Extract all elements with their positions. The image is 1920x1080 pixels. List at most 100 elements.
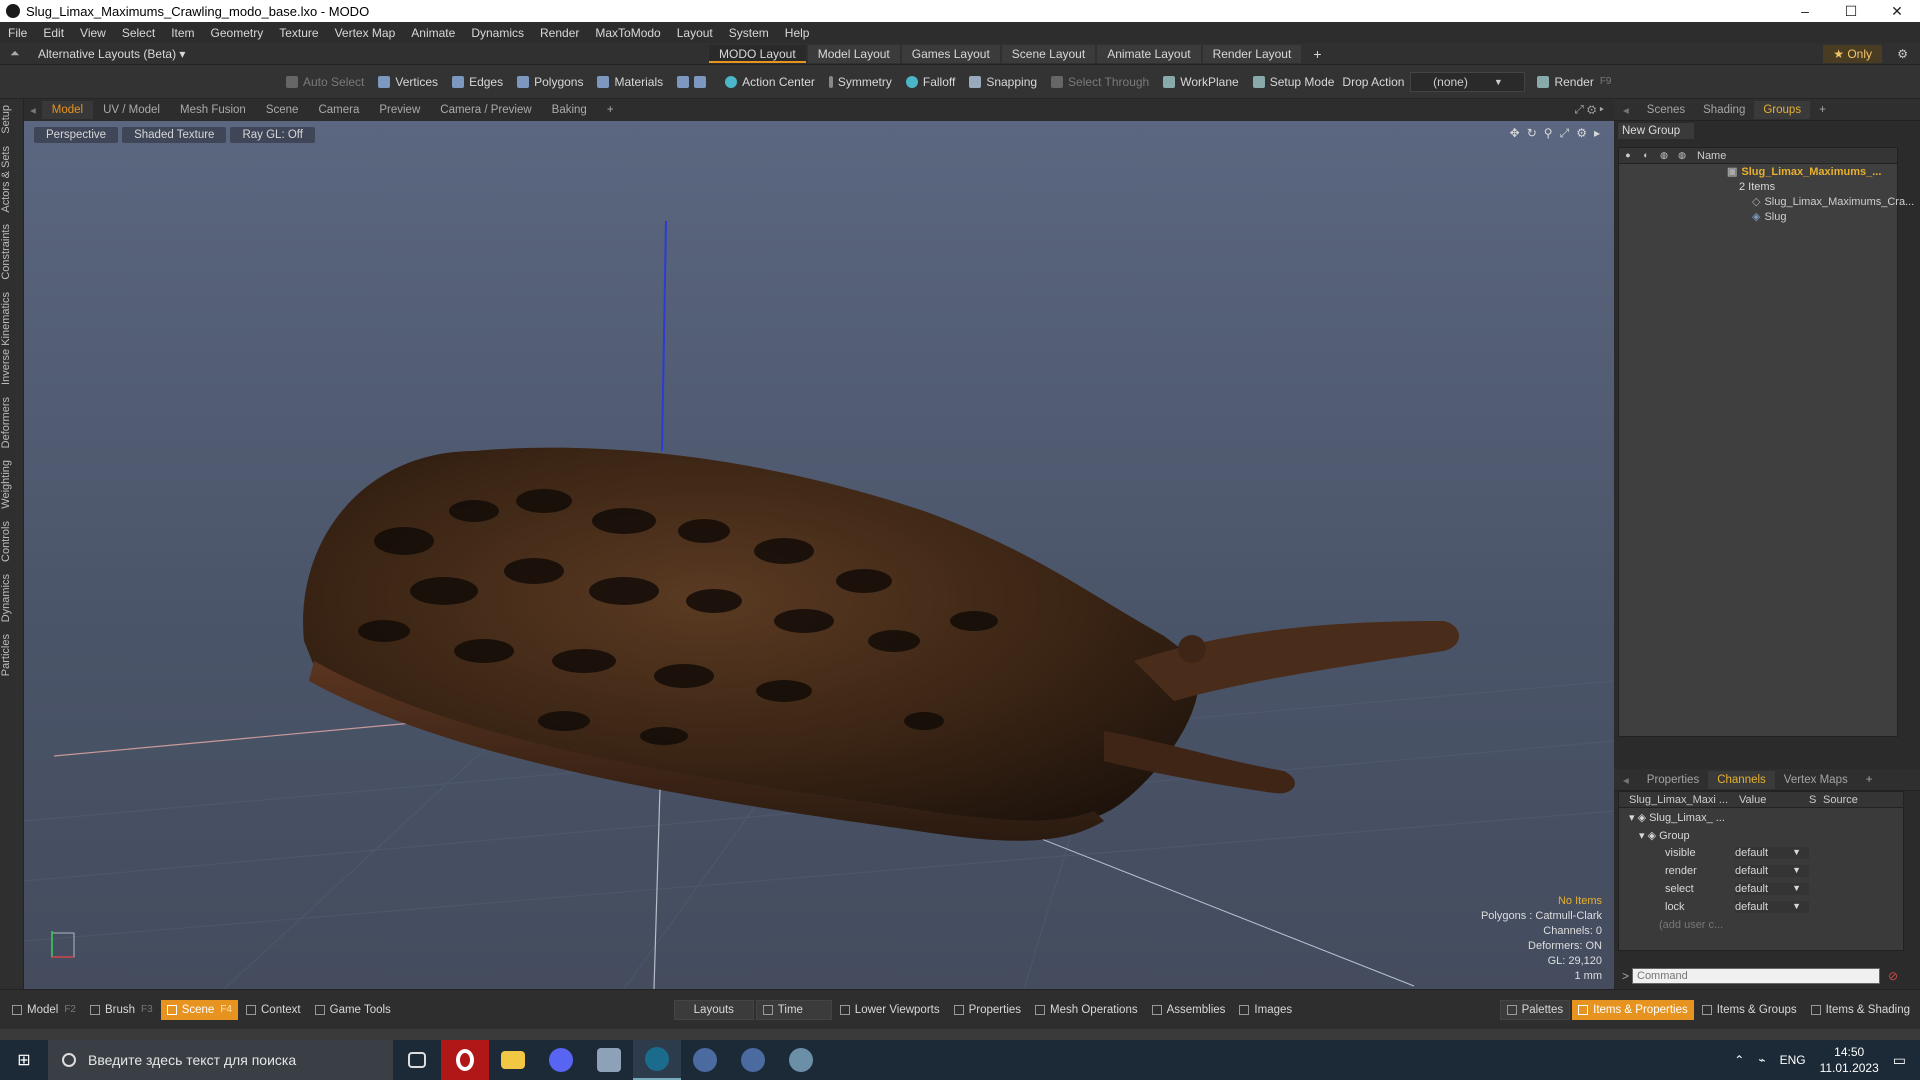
render-col-icon[interactable]: ◐ [1637, 150, 1655, 161]
palettes-button[interactable]: Palettes [1499, 999, 1571, 1020]
time-button[interactable]: Time [755, 999, 832, 1020]
channel-group-row[interactable]: ▾ ◈ Group [1619, 826, 1903, 844]
symmetry-button[interactable]: Symmetry [823, 70, 898, 94]
channel-value-select[interactable]: default ▼ [1735, 847, 1809, 859]
items-groups-button[interactable]: Items & Groups [1696, 1000, 1803, 1020]
channel-value-select[interactable]: default ▼ [1735, 901, 1809, 913]
menu-file[interactable]: File [0, 26, 35, 40]
side-tab-deformers[interactable]: Deformers [0, 391, 24, 454]
tab-channels[interactable]: Channels [1708, 770, 1775, 789]
layouts-button[interactable]: Layouts [673, 999, 754, 1020]
channel-visible-row[interactable]: visible default ▼ [1619, 844, 1903, 862]
tab-scene-layout[interactable]: Scene Layout [1001, 45, 1096, 63]
language-indicator[interactable]: ENG [1780, 1053, 1806, 1067]
blender-icon-2[interactable] [729, 1040, 777, 1080]
tab-render-layout[interactable]: Render Layout [1202, 45, 1302, 63]
materials-button[interactable]: Materials [591, 70, 669, 94]
file-explorer-icon[interactable] [489, 1040, 537, 1080]
select-through-button[interactable]: Select Through [1045, 70, 1155, 94]
gear-icon[interactable]: ⚙ [1897, 47, 1908, 61]
menu-dynamics[interactable]: Dynamics [463, 26, 532, 40]
side-tab-particles[interactable]: Particles [0, 628, 24, 682]
properties-button[interactable]: Properties [948, 1000, 1027, 1020]
3d-viewport[interactable]: Perspective Shaded Texture Ray GL: Off ✥… [24, 121, 1614, 989]
group-row[interactable]: ▣ Slug_Limax_Maximums_... [1619, 164, 1897, 179]
tab-camera-preview[interactable]: Camera / Preview [430, 101, 541, 119]
menu-view[interactable]: View [72, 26, 114, 40]
taskbar-search[interactable]: Введите здесь текст для поиска [48, 1040, 393, 1080]
polygons-button[interactable]: Polygons [511, 70, 589, 94]
side-tab-dynamics[interactable]: Dynamics [0, 568, 24, 628]
lower-viewports-button[interactable]: Lower Viewports [834, 1000, 946, 1020]
add-lower-tab[interactable]: + [1857, 771, 1882, 789]
render-button[interactable]: Render F9 [1531, 70, 1617, 94]
side-tab-actors-sets[interactable]: Actors & Sets [0, 140, 24, 219]
tab-animate-layout[interactable]: Animate Layout [1097, 45, 1201, 63]
assemblies-button[interactable]: Assemblies [1146, 1000, 1232, 1020]
side-tab-weighting[interactable]: Weighting [0, 454, 24, 515]
menu-animate[interactable]: Animate [403, 26, 463, 40]
side-tab-controls[interactable]: Controls [0, 515, 24, 568]
tab-groups[interactable]: Groups [1754, 100, 1811, 119]
lower-panel-menu-icon[interactable]: ◂ [1614, 770, 1638, 790]
modo-taskbar-icon[interactable] [633, 1040, 681, 1080]
side-tab-setup[interactable]: Setup [0, 99, 24, 140]
context-tab-button[interactable]: Context [240, 1000, 307, 1020]
edges-button[interactable]: Edges [446, 70, 509, 94]
vertices-button[interactable]: Vertices [372, 70, 444, 94]
menu-texture[interactable]: Texture [271, 26, 326, 40]
windows-start-icon[interactable]: ⊞ [0, 1040, 48, 1080]
expand-icon[interactable]: ⤢ ⚙ ▸ [1565, 101, 1614, 120]
tool-icon[interactable] [777, 1040, 825, 1080]
zoom-icon[interactable]: ⚲ [1544, 126, 1553, 141]
items-properties-button[interactable]: Items & Properties [1572, 999, 1694, 1020]
selection-mode-icons[interactable] [671, 70, 717, 94]
expand-arrow-icon[interactable]: ▸ [1594, 126, 1600, 141]
app-icon[interactable] [585, 1040, 633, 1080]
tab-camera[interactable]: Camera [308, 101, 369, 119]
opera-icon[interactable] [441, 1040, 489, 1080]
menu-vertex-map[interactable]: Vertex Map [327, 26, 404, 40]
menu-system[interactable]: System [721, 26, 777, 40]
minimize-button[interactable]: – [1782, 3, 1828, 20]
tab-model[interactable]: Model [41, 101, 94, 119]
tab-uv-model[interactable]: UV / Model [93, 101, 170, 119]
slug-model[interactable] [303, 447, 1459, 841]
channel-lock-row[interactable]: lock default ▼ [1619, 898, 1903, 916]
menu-help[interactable]: Help [777, 26, 818, 40]
tab-modo-layout[interactable]: MODO Layout [709, 45, 806, 63]
tab-baking[interactable]: Baking [542, 101, 597, 119]
drop-action-select[interactable]: (none) ▼ [1410, 71, 1526, 92]
workplane-button[interactable]: WorkPlane [1157, 70, 1244, 94]
images-button[interactable]: Images [1233, 1000, 1298, 1020]
command-stop-icon[interactable]: ⊘ [1888, 969, 1898, 983]
falloff-button[interactable]: Falloff [900, 70, 961, 94]
group-item-slug[interactable]: ◈ Slug [1619, 209, 1897, 224]
network-icon[interactable]: ⌁ [1758, 1053, 1765, 1067]
alternative-layouts-dropdown[interactable]: Alternative Layouts (Beta) ▾ [38, 47, 185, 61]
menu-geometry[interactable]: Geometry [203, 26, 272, 40]
viewport-gear-icon[interactable]: ⚙ [1576, 126, 1587, 141]
tab-games-layout[interactable]: Games Layout [901, 45, 1000, 63]
close-button[interactable]: ✕ [1874, 3, 1920, 20]
action-center-button[interactable]: Action Center [719, 70, 821, 94]
blender-icon-1[interactable] [681, 1040, 729, 1080]
model-tab-button[interactable]: Model F2 [6, 1000, 82, 1020]
tray-expand-icon[interactable]: ⌃ [1734, 1053, 1744, 1067]
rotate-icon[interactable]: ↻ [1527, 126, 1537, 141]
side-tab-inverse-kinematics[interactable]: Inverse Kinematics [0, 286, 24, 391]
menu-maxtomodo[interactable]: MaxToModo [587, 26, 668, 40]
channel-value-select[interactable]: default ▼ [1735, 865, 1809, 877]
add-tab-button[interactable]: + [597, 101, 624, 119]
game-tools-tab-button[interactable]: Game Tools [309, 1000, 397, 1020]
perspective-dropdown[interactable]: Perspective [34, 127, 119, 143]
tab-properties[interactable]: Properties [1638, 771, 1708, 789]
raygl-toggle[interactable]: Ray GL: Off [230, 127, 315, 143]
tab-mesh-fusion[interactable]: Mesh Fusion [170, 101, 256, 119]
viewport-menu-icon[interactable]: ◂ [24, 103, 42, 117]
fit-icon[interactable]: ⤢ [1560, 126, 1570, 141]
add-panel-tab[interactable]: + [1810, 101, 1835, 119]
menu-item[interactable]: Item [163, 26, 202, 40]
menu-edit[interactable]: Edit [35, 26, 72, 40]
pan-icon[interactable]: ✥ [1510, 126, 1520, 141]
